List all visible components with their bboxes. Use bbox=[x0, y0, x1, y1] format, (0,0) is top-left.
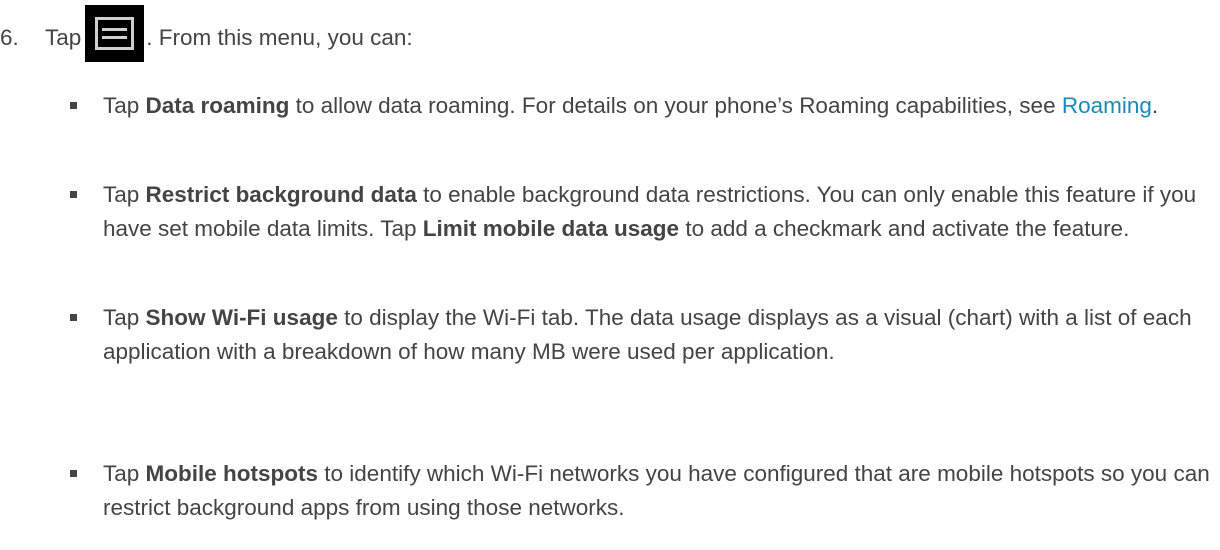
text-fragment: Tap bbox=[103, 182, 146, 207]
step-6: 6. Tap . From this menu, you can: bbox=[0, 4, 1220, 64]
text-fragment: Tap bbox=[103, 461, 146, 486]
menu-icon-bar bbox=[102, 35, 128, 39]
text-fragment: Tap bbox=[103, 93, 146, 118]
text-fragment: Tap bbox=[103, 305, 146, 330]
bullet-icon bbox=[70, 191, 77, 198]
text-fragment: . bbox=[1151, 93, 1159, 118]
bullet-icon bbox=[70, 470, 77, 477]
bullet-icon bbox=[70, 102, 77, 109]
list-item-text: Tap Data roaming to allow data roaming. … bbox=[103, 89, 1213, 123]
list-item-text: Tap Restrict background data to enable b… bbox=[103, 178, 1213, 246]
menu-icon bbox=[85, 4, 145, 62]
list-item-text: Tap Mobile hotspots to identify which Wi… bbox=[103, 457, 1213, 525]
menu-icon-bar bbox=[102, 27, 128, 31]
bold-term: Restrict background data bbox=[145, 182, 417, 207]
step-number: 6. bbox=[0, 25, 19, 50]
text-fragment: to allow data roaming. For details on yo… bbox=[289, 93, 1062, 118]
step-after-icon-text: . From this menu, you can: bbox=[146, 25, 413, 50]
bold-term: Mobile hotspots bbox=[145, 461, 319, 486]
step-instruction: Tap . From this menu, you can: bbox=[45, 4, 413, 68]
step-tap-word: Tap bbox=[45, 25, 82, 50]
bold-term: Limit mobile data usage bbox=[422, 216, 680, 241]
bullet-icon bbox=[70, 314, 77, 321]
bold-term: Show Wi-Fi usage bbox=[145, 305, 338, 330]
bold-term: Data roaming bbox=[145, 93, 290, 118]
list-item-text: Tap Show Wi-Fi usage to display the Wi-F… bbox=[103, 301, 1213, 369]
roaming-link[interactable]: Roaming bbox=[1062, 93, 1152, 118]
menu-icon-frame bbox=[95, 16, 135, 50]
text-fragment: to add a checkmark and activate the feat… bbox=[679, 216, 1130, 241]
